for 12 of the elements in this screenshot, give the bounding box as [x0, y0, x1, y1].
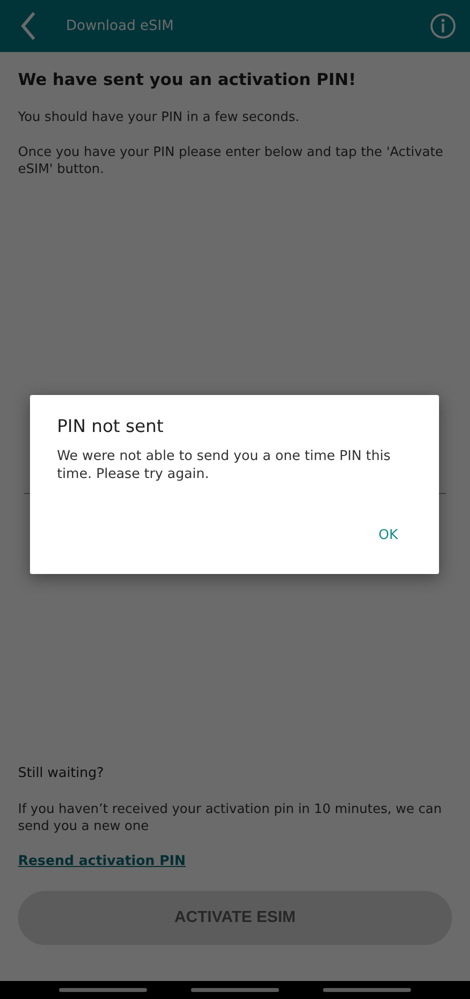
- info-icon[interactable]: [430, 13, 456, 39]
- dialog-message: We were not able to send you a one time PIN this time. Please try again.: [57, 447, 392, 483]
- ok-button[interactable]: OK: [364, 523, 412, 547]
- dialog-title: PIN not sent: [57, 417, 164, 437]
- resend-pin-link[interactable]: Resend activation PIN: [18, 853, 186, 869]
- screen-title: Download eSIM: [66, 18, 175, 34]
- instruction-text: Once you have your PIN please enter below and tap the 'Activate eSIM' button.: [18, 144, 444, 178]
- instruction-text: You should have your PIN in a few seconds.: [18, 109, 300, 126]
- back-icon[interactable]: [20, 11, 36, 41]
- heading: We have sent you an activation PIN!: [18, 70, 358, 89]
- resend-info-text: If you haven’t received your activation pin in 10 minutes, we can send you a new one: [18, 801, 443, 835]
- still-waiting-title: Still waiting?: [18, 765, 105, 781]
